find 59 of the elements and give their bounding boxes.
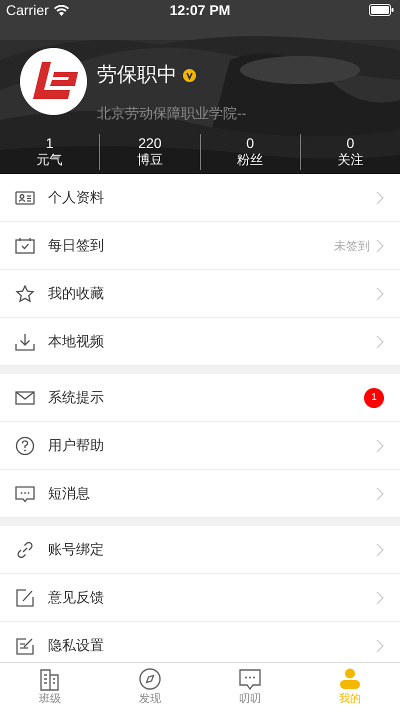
menu-row[interactable]: 我的收藏 [0, 270, 400, 318]
menu-row[interactable]: 意见反馈 [0, 574, 400, 622]
battery-icon [369, 4, 394, 16]
wifi-icon [54, 4, 69, 16]
stat-label: 元气 [36, 151, 63, 169]
stat-label: 博豆 [136, 151, 163, 169]
menu-label: 个人资料 [48, 188, 105, 207]
chevron-right-icon [376, 438, 384, 452]
menu-row[interactable]: 短消息 [0, 470, 400, 518]
chevron-right-icon [376, 590, 384, 604]
menu-label: 本地视频 [48, 332, 105, 351]
menu-label: 每日签到 [48, 236, 105, 255]
stat-label: 粉丝 [237, 151, 264, 169]
notification-badge: 1 [364, 388, 384, 408]
profile-name: 劳保职中 [97, 63, 177, 88]
stat-value: 0 [346, 135, 354, 151]
menu-label: 我的收藏 [48, 284, 105, 303]
stat-value: 1 [46, 135, 54, 151]
menu-label: 隐私设置 [48, 636, 105, 655]
menu-row[interactable]: 个人资料 [0, 174, 400, 222]
avatar-logo [20, 48, 87, 115]
menu-row[interactable]: 用户帮助 [0, 422, 400, 470]
clock-text: 12:07 PM [170, 0, 230, 20]
menu-row[interactable]: 账号绑定 [0, 526, 400, 574]
calendar-check-icon [15, 236, 35, 256]
menu-label: 账号绑定 [48, 540, 105, 559]
menu-label: 短消息 [48, 484, 91, 503]
tab-button[interactable]: 发现 [100, 663, 200, 710]
edit-list-icon [15, 636, 35, 656]
link-icon [15, 540, 35, 560]
chevron-right-icon [376, 542, 384, 556]
person-icon [338, 667, 362, 691]
menu-row[interactable]: 每日签到 未签到 [0, 222, 400, 270]
menu-label: 意见反馈 [48, 588, 105, 607]
status-note: 未签到 [334, 238, 370, 254]
compass-icon [138, 667, 162, 691]
edit-icon [15, 588, 35, 608]
chevron-right-icon [376, 334, 384, 348]
stat-value: 0 [246, 135, 254, 151]
download-icon [15, 332, 35, 352]
school-name: 北京劳动保障职业学院-- [97, 104, 246, 123]
menu-label: 用户帮助 [48, 436, 105, 455]
carrier-label: Carrier [6, 0, 49, 20]
menu-row[interactable]: 本地视频 [0, 318, 400, 366]
menu-row[interactable]: 系统提示 1 [0, 374, 400, 422]
tab-button[interactable]: 班级 [0, 663, 100, 710]
chevron-right-icon [376, 190, 384, 204]
stat-value: 220 [138, 135, 162, 151]
chevron-right-icon [376, 486, 384, 500]
tab-button[interactable]: 叨叨 [200, 663, 300, 710]
chevron-right-icon [376, 286, 384, 300]
question-icon [15, 436, 35, 456]
chevron-right-icon [376, 238, 384, 252]
chat-bubble-icon [15, 484, 35, 504]
stat-label: 关注 [337, 151, 364, 169]
chat-bubble-icon [238, 667, 262, 691]
menu-label: 系统提示 [48, 388, 105, 407]
star-icon [15, 284, 35, 304]
chevron-right-icon [376, 638, 384, 652]
